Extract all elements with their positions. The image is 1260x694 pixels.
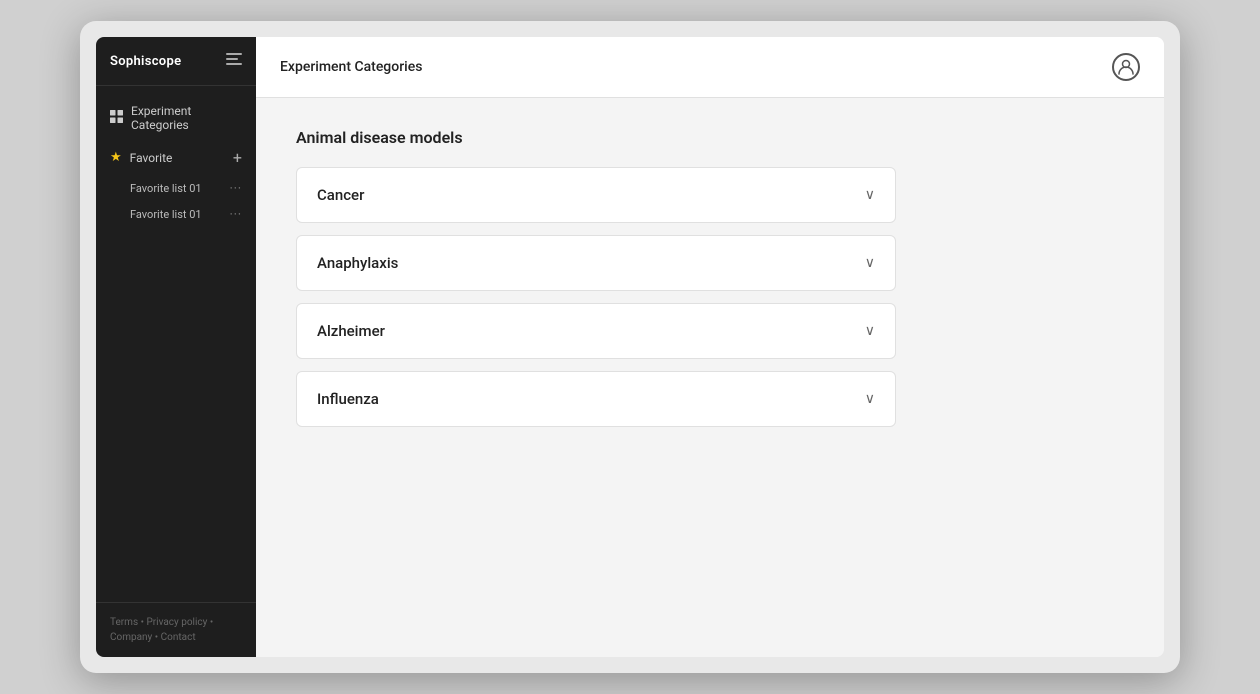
app-logo: Sophiscope [110,54,181,69]
sidebar-favorite-section: ★ Favorite + Favorite list 01 ··· Favori… [96,140,256,227]
chevron-down-icon-influenza: ∨ [865,391,875,407]
sidebar-nav: Experiment Categories ★ Favorite + Favor… [96,86,256,602]
menu-toggle-icon[interactable] [226,53,242,69]
sidebar-footer: Terms • Privacy policy • Company • Conta… [96,602,256,657]
grid-icon [110,110,123,126]
category-item-alzheimer[interactable]: Alzheimer ∨ [296,303,896,359]
category-item-influenza[interactable]: Influenza ∨ [296,371,896,427]
footer-privacy[interactable]: Privacy policy [146,617,207,628]
favorite-item-1-menu-icon[interactable]: ··· [230,207,242,221]
main-content: Experiment Categories Animal disease mod… [256,37,1164,657]
sidebar-header: Sophiscope [96,37,256,86]
sidebar: Sophiscope [96,37,256,657]
sidebar-favorite-header[interactable]: ★ Favorite + [96,140,256,175]
category-item-anaphylaxis[interactable]: Anaphylaxis ∨ [296,235,896,291]
chevron-down-icon-alzheimer: ∨ [865,323,875,339]
category-item-influenza-label: Influenza [317,390,379,408]
page-title: Experiment Categories [280,59,422,75]
sidebar-item-experiment-categories-label: Experiment Categories [131,104,242,132]
chevron-down-icon-anaphylaxis: ∨ [865,255,875,271]
category-item-alzheimer-label: Alzheimer [317,322,385,340]
user-avatar-button[interactable] [1112,53,1140,81]
app-window: Sophiscope [96,37,1164,657]
laptop-frame: Sophiscope [80,21,1180,673]
category-item-cancer[interactable]: Cancer ∨ [296,167,896,223]
section-title: Animal disease models [296,128,1124,147]
footer-terms[interactable]: Terms [110,617,138,628]
chevron-down-icon-cancer: ∨ [865,187,875,203]
footer-contact[interactable]: Contact [161,632,196,643]
category-item-cancer-label: Cancer [317,186,364,204]
sidebar-favorite-header-left: ★ Favorite [110,150,172,165]
category-list: Cancer ∨ Anaphylaxis ∨ Alzheimer ∨ Influ… [296,167,896,427]
star-icon: ★ [110,150,122,165]
sidebar-favorite-item-0-label: Favorite list 01 [130,182,202,195]
footer-sep2: • [210,617,213,628]
main-header: Experiment Categories [256,37,1164,98]
sidebar-favorite-item-1-label: Favorite list 01 [130,208,202,221]
add-favorite-icon[interactable]: + [233,148,242,167]
category-item-anaphylaxis-label: Anaphylaxis [317,254,398,272]
sidebar-favorite-item-1[interactable]: Favorite list 01 ··· [96,201,256,227]
sidebar-item-experiment-categories[interactable]: Experiment Categories [96,96,256,140]
favorite-item-0-menu-icon[interactable]: ··· [230,181,242,195]
footer-company[interactable]: Company [110,632,152,643]
main-body: Animal disease models Cancer ∨ Anaphylax… [256,98,1164,657]
sidebar-favorite-item-0[interactable]: Favorite list 01 ··· [96,175,256,201]
sidebar-favorite-label: Favorite [130,151,173,165]
